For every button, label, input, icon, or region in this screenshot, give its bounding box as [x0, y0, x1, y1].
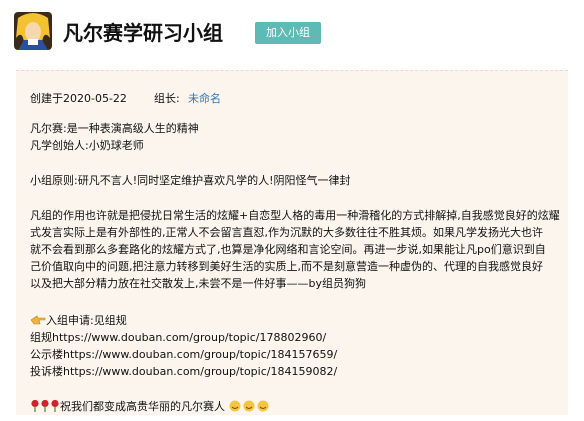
wish-line: 祝我们都变成高贵华丽的凡尔赛人: [30, 399, 269, 417]
pointing-hand-icon: [30, 314, 46, 331]
group-title: 凡尔赛学研习小组: [63, 21, 223, 45]
group-principle: 小组原则:研凡不言人!同时坚定维护喜欢凡学的人!阴阳怪气一律封: [30, 174, 351, 187]
founder-line: 凡学创始人:小奶球老师: [30, 139, 144, 152]
group-avatar[interactable]: [14, 12, 52, 50]
leader-label: 组长:: [154, 92, 180, 105]
complaint-link[interactable]: 投诉楼https://www.douban.com/group/topic/18…: [30, 364, 337, 380]
rules-link[interactable]: 组规https://www.douban.com/group/topic/178…: [30, 330, 326, 346]
description-line: 就不会看到那么多套路化的炫耀方式了,也算是净化网络和言论空间。再进一步说,如果能…: [30, 243, 546, 256]
description-line: 以及把大部分精力放在社交散发上,未尝不是一件好事——by组员狗狗: [30, 277, 366, 290]
smile-face-icon: [229, 400, 269, 417]
description-line: 凡组的作用也许就是把侵扰日常生活的炫耀+自恋型人格的毒用一种滑稽化的方式排解掉,…: [30, 209, 560, 222]
wish-text: 祝我们都变成高贵华丽的凡尔赛人: [60, 400, 225, 413]
group-header: 凡尔赛学研习小组 加入小组: [0, 0, 584, 64]
rose-icon: [30, 399, 60, 417]
leader-name-link[interactable]: 未命名: [188, 91, 221, 107]
join-group-button[interactable]: 加入小组: [255, 22, 321, 44]
description-line: 式发言实际上是有外部性的,正常人不会留言直怼,作为沉默的大多数往往不胜其烦。如果…: [30, 226, 543, 239]
intro-line: 凡尔赛:是一种表演高级人生的精神: [30, 122, 199, 135]
created-date: 创建于2020-05-22: [30, 92, 127, 105]
apply-line: 入组申请:见组规: [30, 313, 127, 331]
group-info-card: 创建于2020-05-22 组长: 未命名 凡尔赛:是一种表演高级人生的精神 凡…: [16, 70, 568, 415]
notice-link[interactable]: 公示楼https://www.douban.com/group/topic/18…: [30, 347, 337, 363]
description-line: 己价值取向中的问题,把注意力转移到美好生活的实质上,而不是刻意营造一种虚伪的、代…: [30, 260, 543, 273]
apply-text: 入组申请:见组规: [46, 314, 127, 327]
